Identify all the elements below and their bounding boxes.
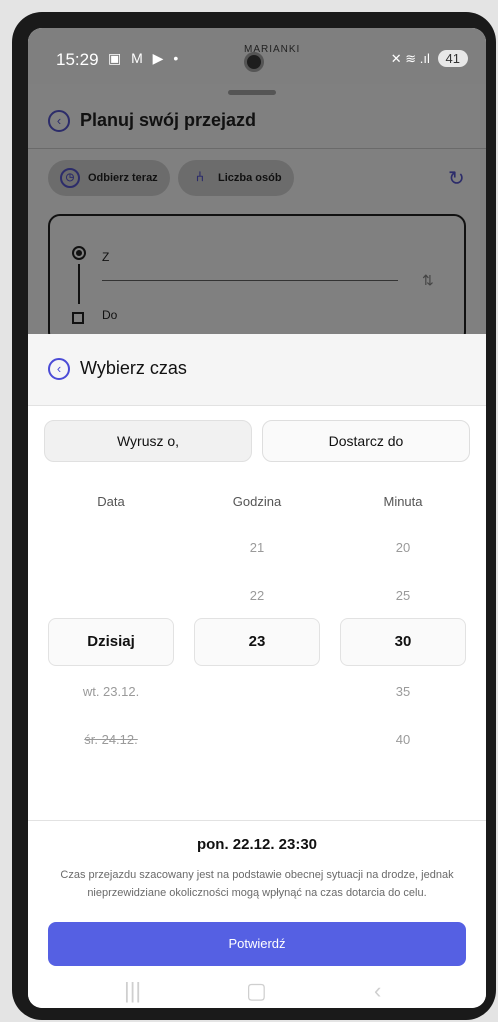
recent-apps-icon[interactable]: ||| bbox=[124, 978, 141, 1004]
signal-icons: ✕ ≋ .ıl bbox=[390, 51, 430, 66]
to-label: Do bbox=[102, 308, 118, 322]
selected-datetime-summary: pon. 22.12. 23:30 bbox=[196, 836, 318, 853]
route-line bbox=[78, 264, 80, 304]
chip-label: Liczba osób bbox=[218, 172, 282, 184]
minute-option[interactable]: 20 bbox=[340, 540, 466, 555]
minute-column-header: Minuta bbox=[383, 494, 423, 509]
time-picker-sheet: ‹ Wybierz czas Wyrusz o, Dostarcz do Dat… bbox=[28, 334, 486, 1008]
pickup-now-chip: ◷ Odbierz teraz bbox=[48, 160, 170, 196]
arrive-by-toggle[interactable]: Dostarcz do bbox=[262, 420, 470, 462]
hour-column-header: Godzina bbox=[232, 494, 282, 509]
planner-title: Planuj swój przejazd bbox=[80, 110, 257, 130]
refresh-icon: ↻ bbox=[448, 168, 465, 190]
notification-icons: ▣ M ▶ • bbox=[108, 50, 182, 66]
hour-option[interactable]: 21 bbox=[194, 540, 320, 555]
minute-option[interactable]: 35 bbox=[340, 684, 466, 699]
phone-screen: 15:29 ▣ M ▶ • MARIANKI ✕ ≋ .ıl 41 ‹ Plan… bbox=[28, 28, 486, 1008]
back-nav-icon[interactable]: ‹ bbox=[374, 978, 381, 1004]
swap-icon: ⇅ bbox=[422, 272, 434, 288]
phone-frame: 15:29 ▣ M ▶ • MARIANKI ✕ ≋ .ıl 41 ‹ Plan… bbox=[12, 12, 496, 1020]
date-option-disabled: śr. 24.12. bbox=[84, 732, 138, 747]
route-box: Z Do ⇅ bbox=[48, 214, 466, 344]
status-right: ✕ ≋ .ıl 41 bbox=[391, 50, 468, 67]
system-nav-bar: ||| ▢ ‹ bbox=[28, 974, 486, 1008]
confirm-button[interactable]: Potwierdź bbox=[48, 922, 466, 966]
chip-label: Odbierz teraz bbox=[88, 172, 158, 184]
status-bar: 15:29 ▣ M ▶ • MARIANKI ✕ ≋ .ıl 41 bbox=[28, 28, 486, 84]
trip-planner-background: ‹ Planuj swój przejazd ◷ Odbierz teraz ⑃… bbox=[28, 84, 486, 344]
date-column-header: Data bbox=[97, 494, 125, 509]
from-underline bbox=[102, 280, 398, 281]
footer-divider bbox=[28, 820, 486, 821]
divider bbox=[28, 148, 486, 149]
camera-icon bbox=[244, 52, 264, 72]
selected-minute[interactable]: 30 bbox=[340, 618, 466, 666]
minute-option[interactable]: 40 bbox=[340, 732, 466, 747]
selected-hour[interactable]: 23 bbox=[194, 618, 320, 666]
date-option[interactable]: wt. 23.12. bbox=[48, 684, 174, 699]
battery-icon: 41 bbox=[437, 50, 468, 67]
selected-date[interactable]: Dzisiaj bbox=[48, 618, 174, 666]
clock-icon: ◷ bbox=[60, 168, 80, 188]
from-label: Z bbox=[102, 250, 110, 264]
sheet-header: ‹ Wybierz czas bbox=[28, 334, 486, 406]
seat-icon: ⑃ bbox=[195, 168, 205, 184]
sheet-title: Wybierz czas bbox=[80, 358, 187, 378]
passengers-chip: ⑃ Liczba osób bbox=[178, 160, 294, 196]
status-time: 15:29 bbox=[56, 50, 99, 69]
desktop-background: 15:29 ▣ M ▶ • MARIANKI ✕ ≋ .ıl 41 ‹ Plan… bbox=[0, 0, 498, 1022]
minute-option[interactable]: 25 bbox=[340, 588, 466, 603]
sheet-handle[interactable] bbox=[228, 90, 276, 95]
hour-option[interactable]: 22 bbox=[194, 588, 320, 603]
back-icon: ‹ bbox=[48, 110, 70, 132]
back-button[interactable]: ‹ bbox=[48, 358, 70, 380]
estimate-note: Czas przejazdu szacowany jest na podstaw… bbox=[60, 869, 454, 899]
depart-at-toggle[interactable]: Wyrusz o, bbox=[44, 420, 252, 462]
destination-square-icon bbox=[72, 312, 84, 324]
origin-radio-icon bbox=[72, 246, 86, 260]
home-icon[interactable]: ▢ bbox=[246, 978, 267, 1004]
